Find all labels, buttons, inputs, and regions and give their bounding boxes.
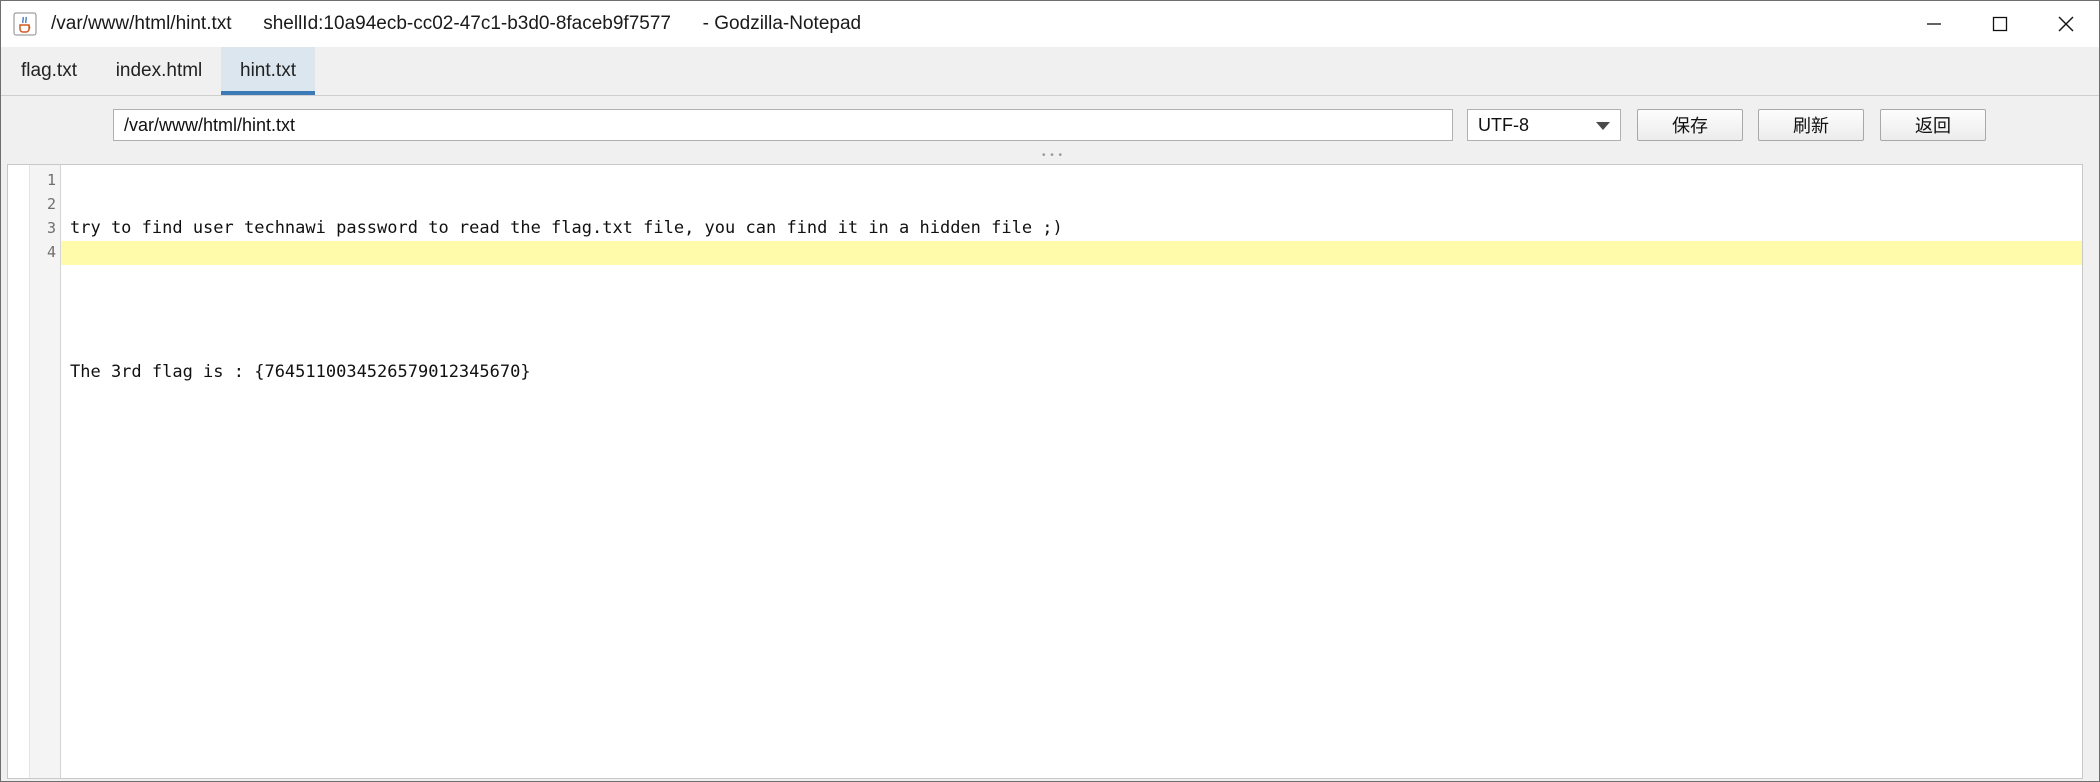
title-bar: /var/www/html/hint.txt shellId:10a94ecb-… xyxy=(1,1,2099,47)
save-button[interactable]: 保存 xyxy=(1637,109,1743,141)
code-line[interactable]: The 3rd flag is : {764511003452657901234… xyxy=(70,360,1063,384)
tab-bar: flag.txt index.html hint.txt xyxy=(1,47,2099,96)
line-number: 3 xyxy=(46,219,56,237)
minimize-button[interactable] xyxy=(1901,1,1967,47)
toolbar: /var/www/html/hint.txt UTF-8 保存 刷新 返回 xyxy=(1,96,2099,158)
maximize-icon xyxy=(1992,16,2008,32)
code-text[interactable]: try to find user technawi password to re… xyxy=(70,168,1063,504)
title-app-name: - Godzilla-Notepad xyxy=(702,13,862,34)
line-number: 1 xyxy=(46,171,56,189)
java-cup-icon xyxy=(13,12,37,36)
line-numbers: 1 2 3 4 xyxy=(30,168,56,264)
refresh-button[interactable]: 刷新 xyxy=(1758,109,1864,141)
fold-margin xyxy=(8,165,30,778)
maximize-button[interactable] xyxy=(1967,1,2033,47)
close-icon xyxy=(2058,16,2074,32)
tab-flag-txt[interactable]: flag.txt xyxy=(1,47,97,95)
notepad-window: /var/www/html/hint.txt shellId:10a94ecb-… xyxy=(0,0,2100,782)
code-line[interactable] xyxy=(70,432,1063,456)
code-line[interactable] xyxy=(70,288,1063,312)
split-handle-icon[interactable]: • • • xyxy=(1042,151,1063,161)
line-number: 4 xyxy=(46,243,56,261)
text-editor[interactable]: 1 2 3 4 try to find user technawi passwo… xyxy=(7,164,2083,779)
line-number: 2 xyxy=(46,195,56,213)
encoding-select[interactable]: UTF-8 xyxy=(1467,109,1621,141)
code-line[interactable]: try to find user technawi password to re… xyxy=(70,216,1063,240)
chevron-down-icon xyxy=(1596,122,1610,130)
close-button[interactable] xyxy=(2033,1,2099,47)
back-button[interactable]: 返回 xyxy=(1880,109,1986,141)
tab-hint-txt[interactable]: hint.txt xyxy=(221,47,315,95)
minimize-icon xyxy=(1927,23,1941,25)
encoding-value: UTF-8 xyxy=(1478,115,1529,135)
title-shell-id: shellId:10a94ecb-cc02-47c1-b3d0-8faceb9f… xyxy=(263,13,671,34)
title-path: /var/www/html/hint.txt xyxy=(51,13,232,34)
tab-index-html[interactable]: index.html xyxy=(97,47,221,95)
file-path-input[interactable]: /var/www/html/hint.txt xyxy=(113,109,1453,141)
window-title: /var/www/html/hint.txt shellId:10a94ecb-… xyxy=(51,13,861,35)
